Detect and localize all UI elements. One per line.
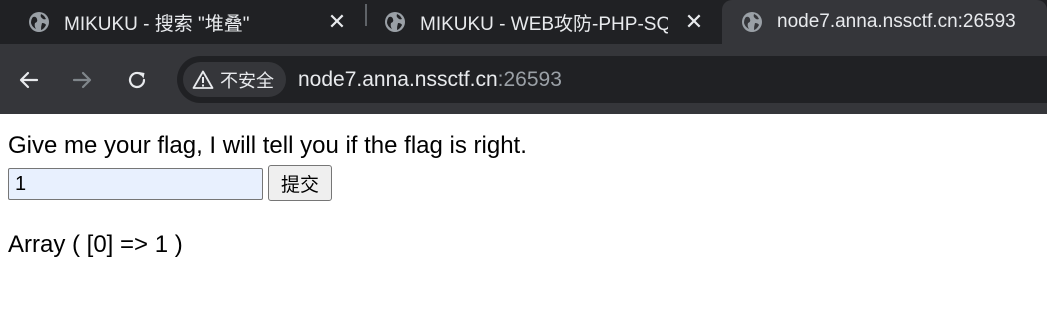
- browser-toolbar: 不安全 node7.anna.nssctf.cn:26593: [0, 44, 1047, 114]
- reload-icon: [128, 71, 146, 89]
- url-port: :26593: [497, 67, 562, 91]
- tab-mikuku-web[interactable]: MIKUKU - WEB攻防-PHP-SQL ✕: [384, 0, 729, 44]
- result-output: Array ( [0] => 1 ): [8, 231, 183, 258]
- globe-icon: [741, 11, 763, 33]
- warning-icon: [192, 69, 214, 91]
- flag-input[interactable]: [8, 168, 263, 200]
- submit-button[interactable]: 提交: [268, 165, 332, 201]
- tab-mikuku-search[interactable]: MIKUKU - 搜索 "堆叠" ✕: [28, 0, 358, 44]
- url-text[interactable]: node7.anna.nssctf.cn:26593: [298, 56, 562, 103]
- tab-strip: MIKUKU - 搜索 "堆叠" ✕ MIKUKU - WEB攻防-PHP-SQ…: [0, 0, 1047, 44]
- arrow-left-icon: [19, 71, 39, 89]
- flag-prompt: Give me your flag, I will tell you if th…: [8, 132, 527, 159]
- tab-title: MIKUKU - 搜索 "堆叠": [64, 13, 250, 35]
- security-indicator[interactable]: 不安全: [183, 62, 286, 97]
- page-content: Give me your flag, I will tell you if th…: [0, 114, 1047, 327]
- arrow-right-icon: [72, 71, 92, 89]
- globe-icon: [28, 11, 50, 33]
- close-icon[interactable]: ✕: [682, 0, 706, 44]
- close-icon[interactable]: ✕: [325, 0, 349, 44]
- reload-button[interactable]: [121, 64, 153, 96]
- tab-title: node7.anna.nssctf.cn:26593: [777, 11, 1016, 32]
- tab-node7-active[interactable]: node7.anna.nssctf.cn:26593: [741, 0, 1047, 44]
- tab-separator: [365, 4, 367, 26]
- address-bar[interactable]: 不安全 node7.anna.nssctf.cn:26593: [177, 56, 1047, 103]
- globe-icon: [384, 11, 406, 33]
- security-label: 不安全: [220, 70, 274, 91]
- tab-title: MIKUKU - WEB攻防-PHP-SQL: [420, 13, 668, 35]
- back-button[interactable]: [13, 64, 45, 96]
- url-host: node7.anna.nssctf.cn: [298, 67, 498, 91]
- forward-button[interactable]: [66, 64, 98, 96]
